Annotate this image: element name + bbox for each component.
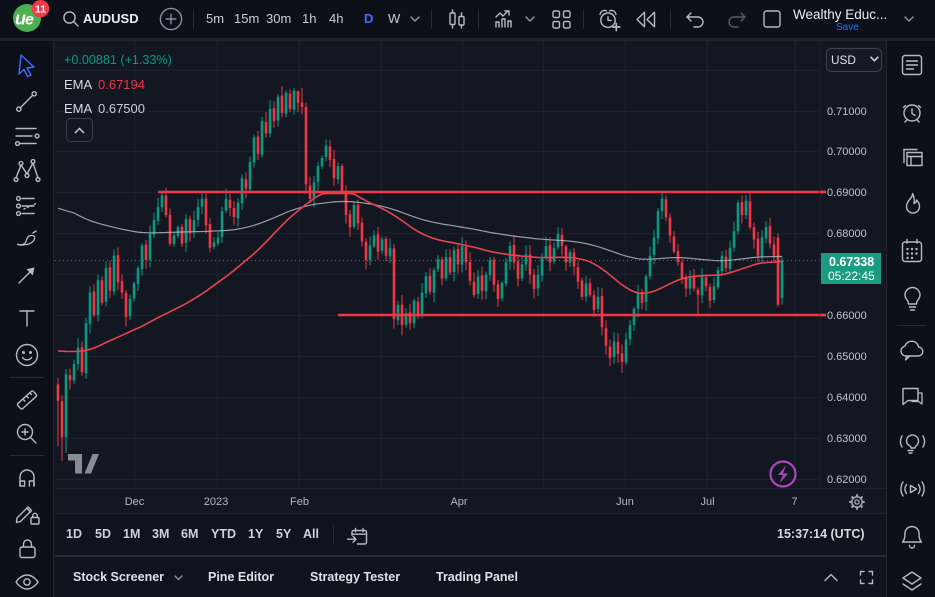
svg-text:0.67500: 0.67500 <box>98 101 145 116</box>
svg-text:0.68000: 0.68000 <box>827 228 867 240</box>
svg-text:11: 11 <box>35 4 46 16</box>
svg-text:0.70000: 0.70000 <box>827 146 867 158</box>
svg-text:Feb: Feb <box>290 496 309 508</box>
svg-text:7: 7 <box>791 496 797 508</box>
svg-text:Dec: Dec <box>125 496 145 508</box>
svg-text:0.62000: 0.62000 <box>827 474 867 486</box>
svg-text:0.66000: 0.66000 <box>827 310 867 322</box>
svg-text:0.67338: 0.67338 <box>829 255 874 269</box>
svg-text:EMA: EMA <box>64 77 93 92</box>
svg-text:Jul: Jul <box>700 496 714 508</box>
svg-text:0.71000: 0.71000 <box>827 106 867 118</box>
svg-text:05:22:45: 05:22:45 <box>828 269 875 283</box>
svg-text:2023: 2023 <box>204 496 228 508</box>
svg-text:Apr: Apr <box>450 496 467 508</box>
svg-text:USD: USD <box>831 53 856 67</box>
svg-text:0.69000: 0.69000 <box>827 187 867 199</box>
svg-text:0.63000: 0.63000 <box>827 433 867 445</box>
svg-text:0.65000: 0.65000 <box>827 351 867 363</box>
svg-text:+0.00881 (+1.33%): +0.00881 (+1.33%) <box>64 53 172 67</box>
svg-text:0.64000: 0.64000 <box>827 392 867 404</box>
svg-text:EMA: EMA <box>64 101 93 116</box>
svg-text:Jun: Jun <box>616 496 634 508</box>
svg-text:0.67194: 0.67194 <box>98 77 145 92</box>
